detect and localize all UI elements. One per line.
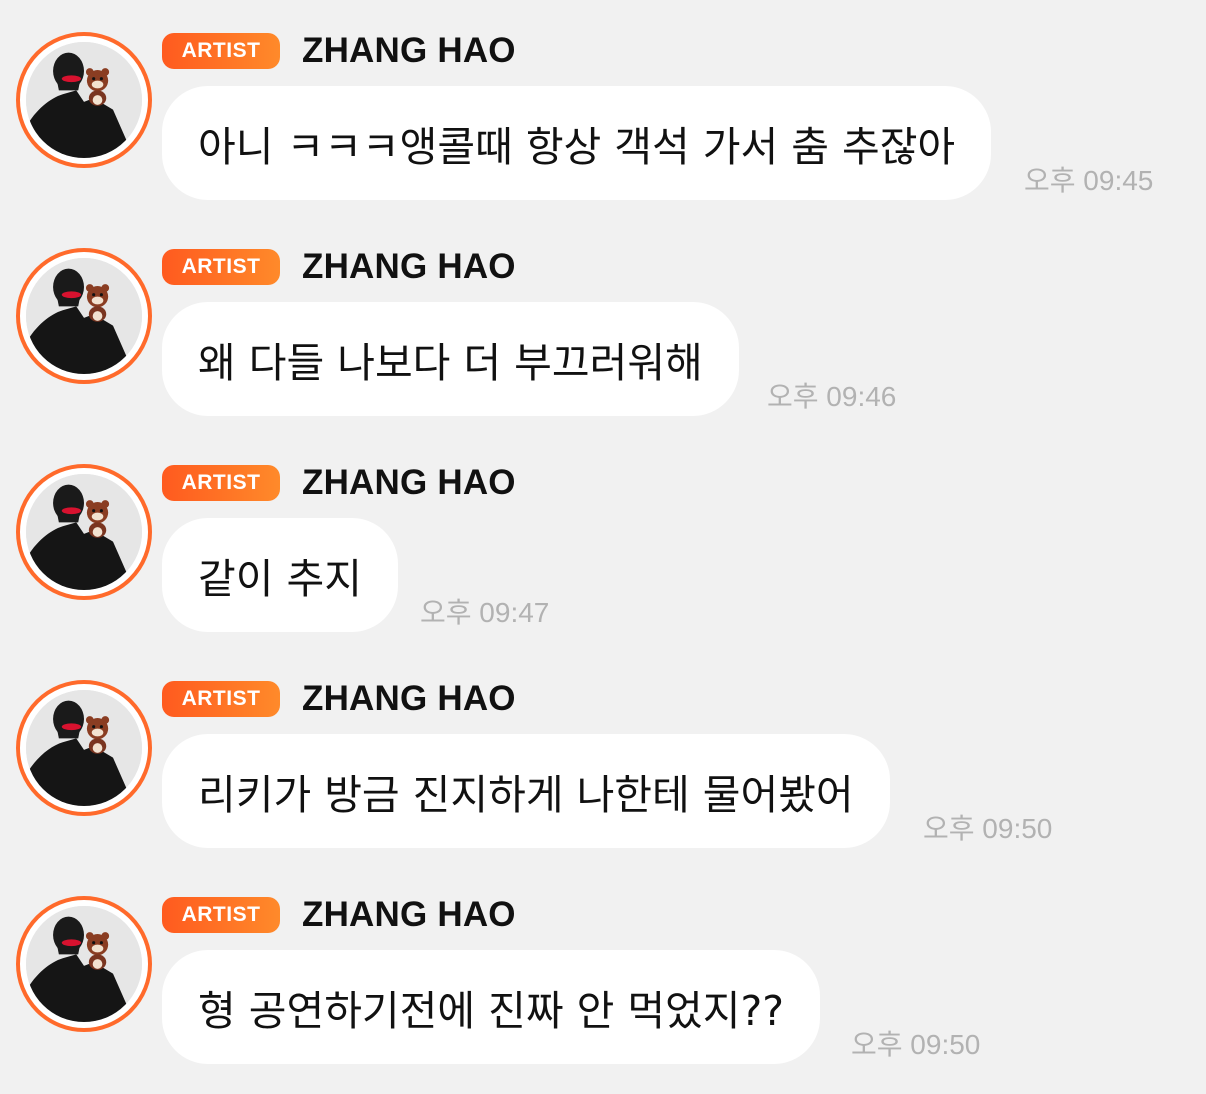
chat-message: ARTIST ZHANG HAO 리키가 방금 진지하게 나한테 물어봤어 오후… [0,648,1206,864]
avatar[interactable] [16,896,152,1032]
artist-badge: ARTIST [162,681,280,717]
avatar[interactable] [16,248,152,384]
message-bubble[interactable]: 아니 ㅋㅋㅋ앵콜때 항상 객석 가서 춤 추잖아 [162,86,992,200]
profile-photo-icon [26,690,142,806]
chat-message: ARTIST ZHANG HAO 왜 다들 나보다 더 부끄러워해 오후 09:… [0,216,1206,432]
artist-badge: ARTIST [162,897,280,933]
sender-name[interactable]: ZHANG HAO [302,679,516,719]
sender-name[interactable]: ZHANG HAO [302,247,516,287]
message-timestamp: 오후 09:47 [420,597,550,628]
artist-badge: ARTIST [162,33,280,69]
artist-badge: ARTIST [162,465,280,501]
profile-photo-icon [26,474,142,590]
message-bubble[interactable]: 같이 추지 [162,518,398,632]
sender-name[interactable]: ZHANG HAO [302,463,516,503]
message-timestamp: 오후 09:46 [767,381,897,412]
sender-name[interactable]: ZHANG HAO [302,31,516,71]
chat-message: ARTIST ZHANG HAO 같이 추지 오후 09:47 [0,432,1206,648]
message-bubble[interactable]: 형 공연하기전에 진짜 안 먹었지?? [162,950,821,1064]
message-timestamp: 오후 09:50 [923,813,1053,844]
profile-photo-icon [26,258,142,374]
message-timestamp: 오후 09:45 [1024,165,1154,196]
chat-message: ARTIST ZHANG HAO 형 공연하기전에 진짜 안 먹었지?? 오후 … [0,864,1206,1080]
artist-badge: ARTIST [162,249,280,285]
avatar[interactable] [16,464,152,600]
message-bubble[interactable]: 리키가 방금 진지하게 나한테 물어봤어 [162,734,890,848]
profile-photo-icon [26,906,142,1022]
avatar[interactable] [16,680,152,816]
message-bubble[interactable]: 왜 다들 나보다 더 부끄러워해 [162,302,739,416]
message-timestamp: 오후 09:50 [851,1029,981,1060]
chat-message: ARTIST ZHANG HAO 아니 ㅋㅋㅋ앵콜때 항상 객석 가서 춤 추잖… [0,0,1206,216]
profile-photo-icon [26,42,142,158]
avatar[interactable] [16,32,152,168]
sender-name[interactable]: ZHANG HAO [302,895,516,935]
